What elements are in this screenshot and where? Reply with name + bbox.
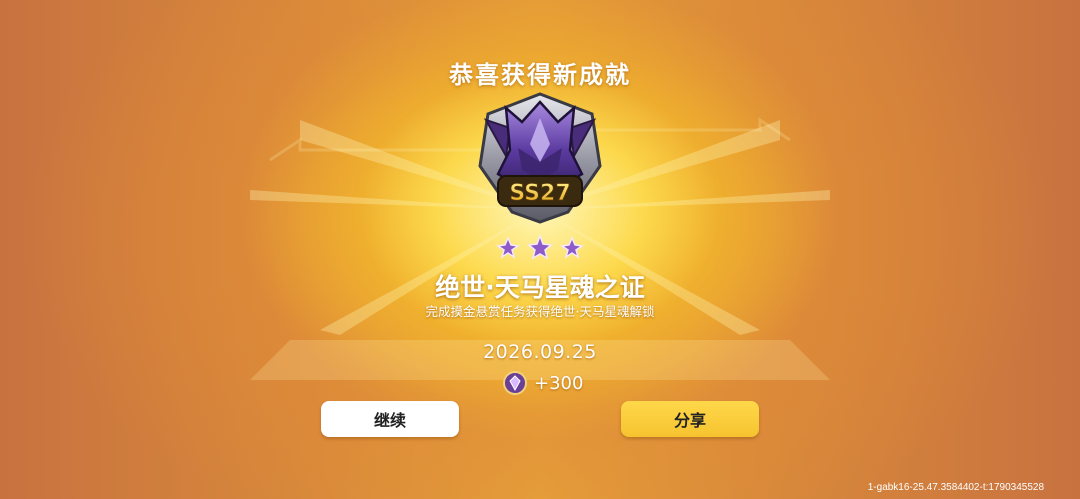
share-button[interactable]: 分享 (621, 401, 759, 437)
debug-text: 1-gabk16-25.47.3584402-t:1790345528 (867, 482, 1044, 493)
page-title: 恭喜获得新成就 (449, 61, 631, 89)
pegasus-badge-icon: SS27 (478, 92, 602, 224)
achievement-name: 绝世·天马星魂之证 (435, 273, 645, 302)
star-rating (495, 234, 585, 260)
star-icon (559, 236, 585, 259)
reward-amount: +300 (534, 372, 584, 394)
continue-button[interactable]: 继续 (321, 401, 459, 437)
gem-icon (503, 371, 527, 395)
reward: +300 (502, 370, 583, 396)
achievement-date: 2026.09.25 (483, 341, 597, 363)
star-icon (527, 234, 553, 260)
star-icon (495, 236, 521, 259)
achievement-description: 完成摸金悬赏任务获得绝世·天马星魂解锁 (425, 304, 655, 319)
badge-label: SS27 (509, 181, 570, 206)
